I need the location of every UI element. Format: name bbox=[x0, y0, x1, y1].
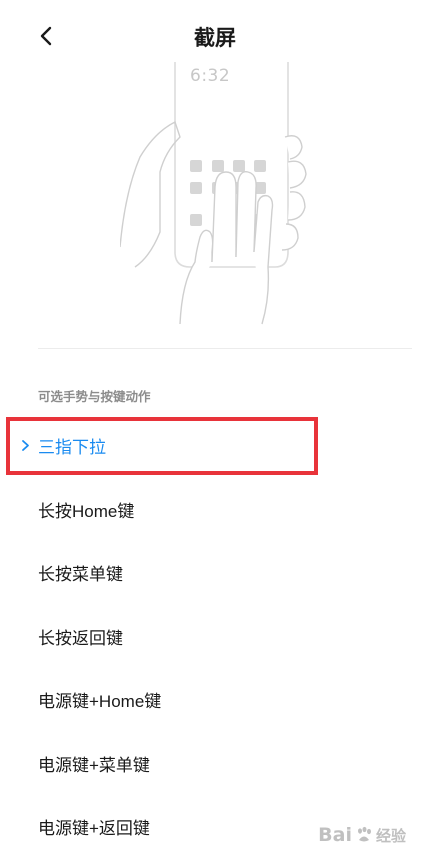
option-label: 长按菜单键 bbox=[38, 565, 123, 585]
watermark-suffix: 经验 bbox=[375, 826, 406, 845]
paw-icon bbox=[357, 826, 371, 842]
header: 截屏 bbox=[0, 0, 430, 70]
option-power-home[interactable]: 电源键+Home键 bbox=[0, 668, 430, 732]
watermark-brand: Bai bbox=[318, 824, 352, 846]
section-header: 可选手势与按键动作 bbox=[38, 390, 151, 404]
baidu-watermark: Bai 经验 bbox=[318, 824, 406, 846]
illustration-clock: 6:32 bbox=[190, 66, 231, 86]
option-label: 电源键+Home键 bbox=[38, 692, 162, 712]
screenshot-settings-page: 截屏 6:32 可选手势与按键动作 三指下拉 长按Home键 长按菜单键 长按返… bbox=[0, 0, 430, 860]
option-label: 电源键+菜单键 bbox=[38, 755, 150, 775]
option-long-press-menu[interactable]: 长按菜单键 bbox=[0, 541, 430, 605]
three-finger-swipe-icon bbox=[120, 62, 307, 325]
option-label: 三指下拉 bbox=[38, 438, 106, 458]
divider bbox=[38, 348, 412, 349]
option-long-press-home[interactable]: 长按Home键 bbox=[0, 478, 430, 542]
option-power-menu[interactable]: 电源键+菜单键 bbox=[0, 732, 430, 796]
option-long-press-back[interactable]: 长按返回键 bbox=[0, 605, 430, 669]
gesture-options-list: 三指下拉 长按Home键 长按菜单键 长按返回键 电源键+Home键 电源键+菜… bbox=[0, 414, 430, 859]
page-title: 截屏 bbox=[194, 27, 236, 50]
option-three-finger-pull-down[interactable]: 三指下拉 bbox=[0, 414, 430, 478]
chevron-right-icon bbox=[22, 440, 29, 451]
option-label: 长按返回键 bbox=[38, 628, 123, 648]
option-label: 电源键+返回键 bbox=[38, 819, 150, 839]
option-label: 长按Home键 bbox=[38, 501, 135, 521]
